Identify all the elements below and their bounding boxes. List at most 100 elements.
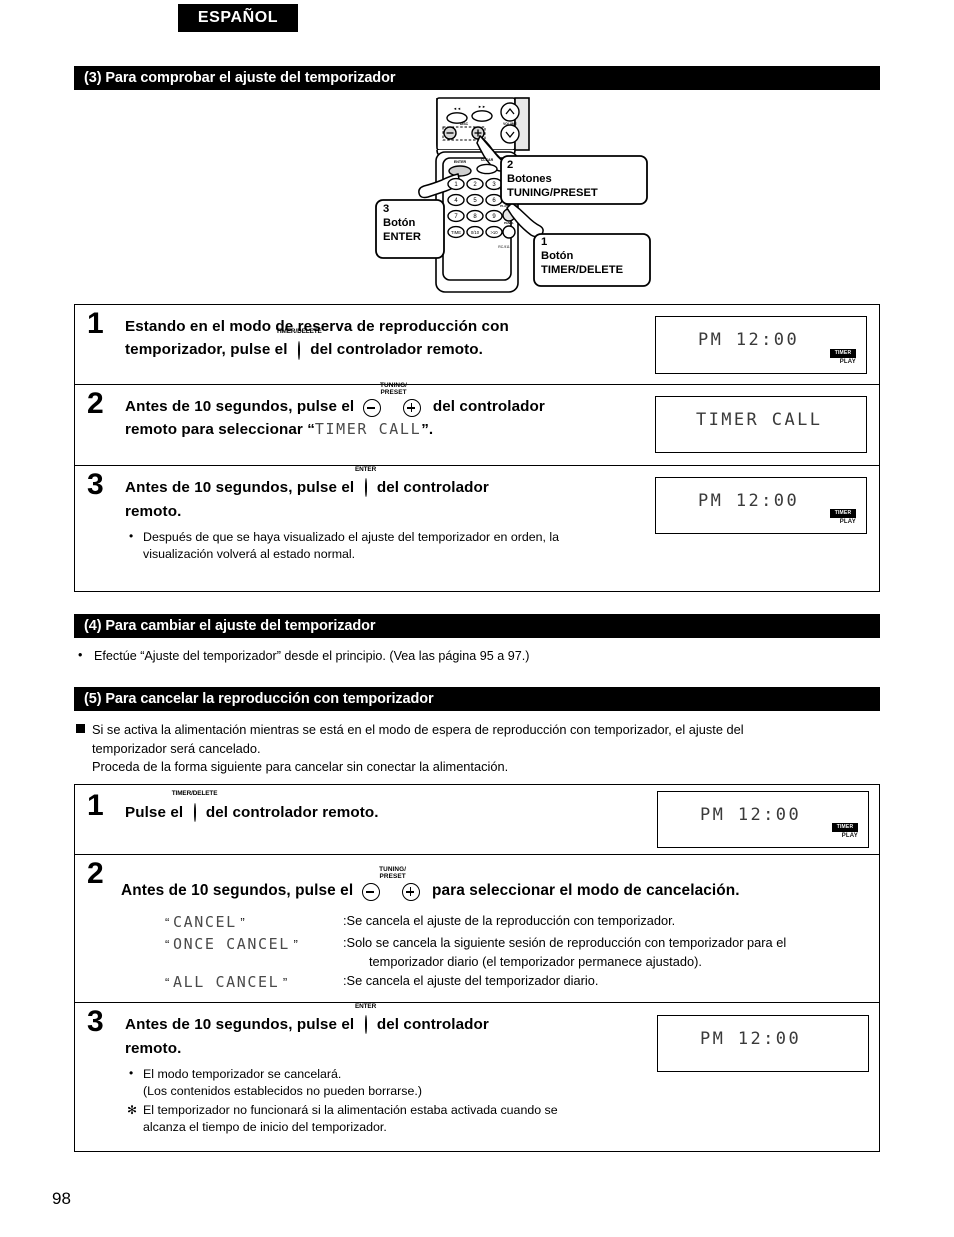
lcd-text: PM 12:00 (700, 805, 802, 825)
lcd-display-check-3: PM 12:00 TIMER PLAY (655, 477, 867, 534)
section-5-note-line3: Proceda de la forma siguiente para cance… (92, 759, 509, 775)
lcd-indicator: TIMER PLAY (832, 823, 858, 839)
cancel-option-label: “ CANCEL ” (165, 913, 245, 932)
section-heading-3: (3) Para comprobar el ajuste del tempori… (74, 66, 880, 90)
callout-3-line1: Botón (383, 217, 416, 229)
language-tab: ESPAÑOL (178, 4, 298, 32)
note-item: • Después de que se haya visualizado el … (125, 529, 631, 564)
lcd-display-check-1: PM 12:00 TIMER PLAY (655, 316, 867, 374)
timer-delete-button-icon[interactable]: TIMER/DELETE (172, 790, 217, 824)
check-step-3-number: 3 (87, 468, 104, 501)
circle-icon (193, 803, 196, 823)
svg-text:CLEAR: CLEAR (481, 158, 494, 162)
timer-indicator: TIMER (832, 823, 858, 832)
minus-icon[interactable] (362, 398, 381, 417)
callout-3-number: 3 (383, 203, 390, 215)
check-step-2-number: 2 (87, 387, 104, 420)
check-step-1-number: 1 (87, 307, 104, 340)
enter-button-icon[interactable]: ENTER (355, 466, 376, 499)
bullet-dot-icon: • (129, 1065, 134, 1080)
cancel-option-label: “ ONCE CANCEL ” (165, 935, 298, 954)
lcd-display-cancel-1: PM 12:00 TIMER PLAY (657, 791, 869, 848)
svg-text:►►: ►► (478, 104, 486, 109)
cancel-option-desc: :Se cancela el ajuste de la reproducción… (343, 913, 676, 929)
square-bullet-icon (76, 724, 85, 733)
cancel-step-2: 2 Antes de 10 segundos, pulse el TUNING/… (75, 855, 879, 1003)
circle-icon (297, 340, 300, 360)
svg-text:0/10: 0/10 (471, 230, 480, 235)
plus-icon[interactable] (401, 882, 420, 901)
bullet-dot-icon: • (129, 528, 134, 543)
check-step-2-text: Antes de 10 segundos, pulse el TUNING/ P… (125, 382, 631, 441)
cancel-step-3-text-b: del controlador (376, 1016, 489, 1033)
lcd-text: TIMER CALL (696, 410, 823, 430)
check-steps-box: 1 Estando en el modo de reserva de repro… (74, 304, 880, 592)
note-item: • El modo temporizador se cancelará. (Lo… (125, 1066, 631, 1101)
svg-text:PANEL: PANEL (504, 221, 514, 225)
note-line-1: El modo temporizador se cancelará. (143, 1066, 342, 1081)
play-indicator: PLAY (841, 833, 858, 839)
cancel-option-row: “ CANCEL ” :Se cancela el ajuste de la r… (165, 912, 871, 934)
lcd-display-cancel-3: PM 12:00 (657, 1015, 869, 1072)
cancel-option-label-text: ALL CANCEL (172, 972, 280, 991)
callout-1-line1: Botón (541, 250, 574, 262)
note-line-2: alcanza el tiempo de inicio del temporiz… (143, 1120, 387, 1135)
cancel-option-label-text: CANCEL (172, 913, 237, 932)
check-step-3-text-b: del controlador (376, 479, 489, 496)
cancel-option-row: “ ALL CANCEL ” :Se cancela el ajuste del… (165, 972, 871, 994)
check-step-1: 1 Estando en el modo de reserva de repro… (75, 305, 879, 385)
cancel-option-label: “ ALL CANCEL ” (165, 972, 288, 991)
cancel-steps-box: 1 Pulse el TIMER/DELETE del controlador … (74, 784, 880, 1152)
note-item: ✻ El temporizador no funcionará si la al… (125, 1102, 631, 1137)
check-step-2-text-d: ”. (421, 421, 434, 439)
cancel-option-desc: :Solo se cancela la siguiente sesión de … (343, 934, 871, 971)
cancel-step-1-text-b: del controlador remoto. (205, 804, 379, 821)
minus-icon[interactable] (361, 882, 380, 901)
enter-icon-label: ENTER (354, 466, 377, 474)
tuning-preset-button-icon[interactable]: TUNING/ PRESET (361, 866, 424, 902)
oval-icon (364, 478, 367, 498)
lcd-display-check-2: TIMER CALL (655, 396, 867, 453)
note-line-2: (Los contenidos establecidos no pueden b… (143, 1084, 422, 1099)
callout-3: 3 Botón ENTER (383, 202, 421, 244)
svg-text:DISC: DISC (460, 122, 469, 126)
check-step-1-text-b: temporizador, pulse el (125, 341, 288, 359)
plus-icon[interactable] (402, 398, 421, 417)
asterisk-icon: ✻ (127, 1102, 138, 1117)
cancel-option-desc-line1: :Solo se cancela la siguiente sesión de … (343, 935, 787, 951)
cancel-option-desc-line2: temporizador diario (el temporizador per… (369, 953, 702, 969)
cancel-step-3-text-c: remoto. (125, 1039, 182, 1057)
cancel-option-desc: :Se cancela el ajuste del temporizador d… (343, 972, 599, 988)
cancel-step-2-number: 2 (87, 857, 104, 890)
callout-1-number: 1 (541, 236, 548, 248)
lcd-text: PM 12:00 (698, 330, 800, 350)
tuning-preset-icon-label-line2: PRESET (380, 388, 407, 396)
section-4-bullet-text: Efectúe “Ajuste del temporizador” desde … (94, 649, 530, 663)
check-step-2: 2 Antes de 10 segundos, pulse el TUNING/… (75, 382, 879, 466)
cancel-step-1: 1 Pulse el TIMER/DELETE del controlador … (75, 785, 879, 855)
check-step-2-text-a: Antes de 10 segundos, pulse el (125, 398, 355, 415)
callout-1: 1 Botón TIMER/DELETE (541, 235, 623, 277)
oval-icon (364, 1015, 367, 1035)
callout-2-line1: Botones (507, 173, 552, 185)
timer-delete-button-icon[interactable]: TIMER/DELETE (276, 328, 322, 362)
check-step-1-text-c: del controlador remoto. (310, 341, 483, 359)
svg-text:>10: >10 (490, 230, 498, 235)
tuning-preset-icon-label-line2: PRESET (379, 872, 406, 880)
check-step-3-text-c: remoto. (125, 502, 182, 520)
enter-button-icon[interactable]: ENTER (355, 1003, 376, 1036)
callout-2-number: 2 (507, 159, 514, 171)
check-step-2-text-c: remoto para seleccionar “ (125, 421, 315, 439)
lcd-indicator: TIMER PLAY (830, 349, 856, 365)
check-step-2-lcd-inline: TIMER CALL (314, 420, 422, 439)
check-step-3-notes: • Después de que se haya visualizado el … (125, 529, 631, 564)
section-heading-5: (5) Para cancelar la reproducción con te… (74, 687, 880, 711)
timer-delete-icon-label: TIMER/DELETE (171, 790, 218, 798)
cancel-step-1-number: 1 (87, 789, 104, 822)
svg-text:ENTER: ENTER (454, 160, 467, 164)
svg-text:RC-911: RC-911 (498, 245, 510, 249)
tuning-preset-icon-label: TUNING/ PRESET (380, 382, 407, 396)
cancel-step-2-text-b: para seleccionar el modo de cancelación. (432, 882, 740, 899)
section-5-note: Si se activa la alimentación mientras se… (76, 721, 882, 777)
tuning-preset-button-icon[interactable]: TUNING/ PRESET (362, 382, 425, 418)
